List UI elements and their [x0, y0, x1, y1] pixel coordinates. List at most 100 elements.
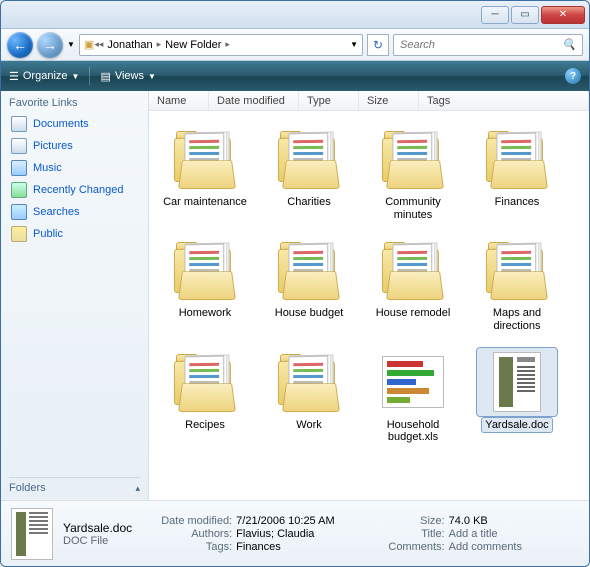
favorite-links-list: Documents Pictures Music Recently Change… — [9, 113, 140, 245]
breadcrumb[interactable]: ▣ ◂◂ Jonathan ▸ New Folder ▸ ▼ — [79, 34, 363, 56]
file-label: Work — [293, 418, 324, 433]
folder-icon — [269, 236, 349, 304]
file-item[interactable]: Yardsale.doc — [467, 348, 567, 445]
file-item[interactable]: Homework — [155, 236, 255, 333]
sidebar: Favorite Links Documents Pictures Music … — [1, 91, 149, 500]
details-size-label: Size: — [363, 515, 445, 527]
file-item[interactable]: Community minutes — [363, 125, 463, 222]
details-size-value: 74.0 KB — [449, 515, 488, 527]
help-button[interactable]: ? — [565, 68, 581, 84]
details-tags-label: Tags: — [150, 541, 232, 553]
folder-icon — [165, 236, 245, 304]
column-tags[interactable]: Tags — [419, 91, 589, 110]
details-filename: Yardsale.doc — [63, 521, 132, 535]
sidebar-item-public[interactable]: Public — [9, 223, 140, 245]
close-button[interactable]: ✕ — [541, 6, 585, 24]
folder-icon — [165, 348, 245, 416]
music-icon — [11, 160, 27, 176]
details-authors-value[interactable]: Flavius; Claudia — [236, 528, 314, 540]
organize-button[interactable]: ☰ Organize ▼ — [9, 70, 79, 83]
details-title-value[interactable]: Add a title — [449, 528, 498, 540]
file-item[interactable]: Work — [259, 348, 359, 445]
file-item[interactable]: Charities — [259, 125, 359, 222]
items-view[interactable]: Car maintenance Charities Community minute… — [149, 111, 589, 500]
details-date-value: 7/21/2006 10:25 AM — [236, 515, 334, 527]
folders-heading[interactable]: Folders ▴ — [9, 477, 140, 494]
sidebar-item-music[interactable]: Music — [9, 157, 140, 179]
command-bar: ☰ Organize ▼ ▤ Views ▼ ? — [1, 61, 589, 91]
column-type[interactable]: Type — [299, 91, 359, 110]
breadcrumb-seg-1[interactable]: Jonathan — [103, 39, 156, 51]
views-icon: ▤ — [100, 70, 110, 83]
sidebar-item-label: Searches — [33, 206, 79, 218]
details-thumbnail — [11, 508, 53, 560]
details-comments-value[interactable]: Add comments — [449, 541, 522, 553]
folder-icon — [373, 236, 453, 304]
folder-icon — [477, 125, 557, 193]
file-label: House remodel — [373, 306, 454, 321]
file-label: Household budget.xls — [366, 418, 460, 445]
column-date-modified[interactable]: Date modified — [209, 91, 299, 110]
file-label: Community minutes — [366, 195, 460, 222]
sidebar-item-label: Documents — [33, 118, 89, 130]
refresh-button[interactable]: ↻ — [367, 34, 389, 56]
sidebar-item-recently-changed[interactable]: Recently Changed — [9, 179, 140, 201]
details-name-block: Yardsale.doc DOC File — [63, 521, 132, 547]
public-icon — [11, 226, 27, 242]
details-date-label: Date modified: — [150, 515, 232, 527]
column-size[interactable]: Size — [359, 91, 419, 110]
minimize-button[interactable]: ─ — [481, 6, 509, 24]
sidebar-item-label: Public — [33, 228, 63, 240]
search-box[interactable]: 🔍 — [393, 34, 583, 56]
breadcrumb-dropdown[interactable]: ▼ — [350, 40, 358, 49]
search-input[interactable] — [400, 39, 556, 51]
file-item[interactable]: Car maintenance — [155, 125, 255, 222]
arrow-left-icon: ← — [13, 37, 27, 53]
file-label: Car maintenance — [160, 195, 250, 210]
spreadsheet-icon — [373, 348, 453, 416]
file-label: Maps and directions — [470, 306, 564, 333]
chevron-up-icon: ▴ — [135, 483, 140, 494]
documents-icon — [11, 116, 27, 132]
main-pane: Name Date modified Type Size Tags Car ma… — [149, 91, 589, 500]
breadcrumb-seg-2[interactable]: New Folder — [161, 39, 225, 51]
explorer-window: ─ ▭ ✕ ← → ▼ ▣ ◂◂ Jonathan ▸ New Folder ▸… — [0, 0, 590, 567]
forward-button[interactable]: → — [37, 32, 63, 58]
folder-icon — [373, 125, 453, 193]
folder-icon — [269, 125, 349, 193]
separator — [89, 67, 90, 85]
refresh-icon: ↻ — [373, 38, 383, 52]
sidebar-item-documents[interactable]: Documents — [9, 113, 140, 135]
chevron-down-icon: ▼ — [72, 72, 80, 81]
folder-icon — [477, 236, 557, 304]
file-item[interactable]: Finances — [467, 125, 567, 222]
folder-icon: ▣ — [84, 38, 94, 51]
organize-icon: ☰ — [9, 70, 19, 83]
chevron-right-icon: ▸ — [225, 39, 230, 50]
details-title-label: Title: — [363, 528, 445, 540]
column-name[interactable]: Name — [149, 91, 209, 110]
recent-icon — [11, 182, 27, 198]
help-icon: ? — [570, 71, 576, 82]
sidebar-item-pictures[interactable]: Pictures — [9, 135, 140, 157]
details-filetype: DOC File — [63, 535, 132, 547]
file-label: Charities — [284, 195, 333, 210]
sidebar-item-searches[interactable]: Searches — [9, 201, 140, 223]
file-item[interactable]: Recipes — [155, 348, 255, 445]
folder-icon — [269, 348, 349, 416]
file-item[interactable]: Maps and directions — [467, 236, 567, 333]
maximize-button[interactable]: ▭ — [511, 6, 539, 24]
file-item[interactable]: House remodel — [363, 236, 463, 333]
history-dropdown[interactable]: ▼ — [67, 40, 75, 49]
views-button[interactable]: ▤ Views ▼ — [100, 70, 155, 83]
details-tags-value[interactable]: Finances — [236, 541, 281, 553]
chevron-right-icon: ◂◂ — [94, 39, 103, 50]
document-icon — [477, 348, 557, 416]
titlebar: ─ ▭ ✕ — [1, 1, 589, 29]
file-label: House budget — [272, 306, 347, 321]
back-button[interactable]: ← — [7, 32, 33, 58]
file-item[interactable]: House budget — [259, 236, 359, 333]
sidebar-item-label: Music — [33, 162, 62, 174]
file-item[interactable]: Household budget.xls — [363, 348, 463, 445]
organize-label: Organize — [23, 70, 68, 82]
